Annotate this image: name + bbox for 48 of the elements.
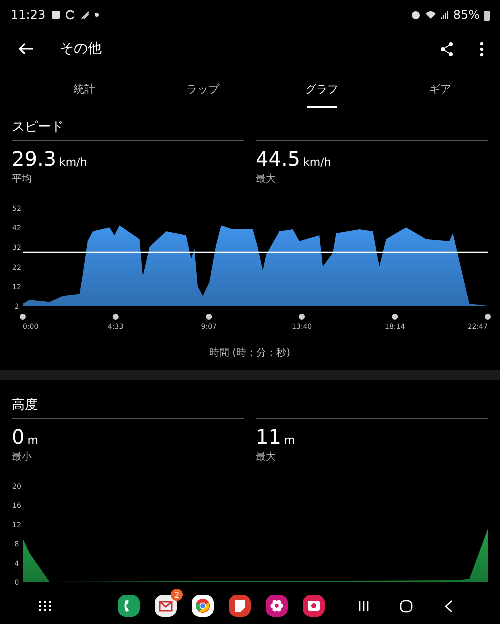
stat-unit: km/h xyxy=(304,156,332,169)
back-nav-icon[interactable] xyxy=(445,600,453,612)
recents-icon[interactable] xyxy=(358,600,370,612)
stat-value: 0 xyxy=(12,425,25,449)
apps-grid-icon[interactable] xyxy=(38,600,52,612)
tick-dot xyxy=(112,314,119,320)
signal-icon xyxy=(441,10,450,20)
tab[interactable]: 統計 xyxy=(25,68,144,112)
image-icon xyxy=(50,10,61,20)
section-title: スピード xyxy=(12,120,64,135)
share-icon[interactable] xyxy=(440,42,454,56)
sync-icon xyxy=(66,10,76,20)
section-title: 高度 xyxy=(12,398,38,413)
battery-percent: 85% xyxy=(453,8,480,22)
stat-label: 最大 xyxy=(256,452,276,463)
browser-app-icon[interactable] xyxy=(192,595,214,617)
screen-title: その他 xyxy=(60,40,103,58)
clock-time: 11:23 xyxy=(11,8,46,22)
tick-dot xyxy=(20,314,26,320)
stat-label: 平均 xyxy=(12,174,32,185)
more-icon[interactable] xyxy=(480,42,484,56)
mail-app-icon[interactable] xyxy=(155,595,177,617)
phone-app-icon[interactable] xyxy=(118,595,140,617)
tick-dot xyxy=(392,314,398,320)
stat-unit: km/h xyxy=(60,156,88,169)
back-icon[interactable] xyxy=(18,42,34,56)
stat-value: 29.3 xyxy=(12,147,57,171)
tick-dot xyxy=(485,314,491,320)
stat-unit: m xyxy=(28,434,38,447)
axis-title: 時間 (時：分：秒) xyxy=(210,348,290,359)
battery-icon xyxy=(484,10,490,20)
camera-app-icon[interactable] xyxy=(303,595,325,617)
stat-value: 11 xyxy=(256,425,282,449)
tab[interactable]: ギア xyxy=(381,68,500,112)
dot-icon xyxy=(94,13,99,17)
tab[interactable]: グラフ xyxy=(262,68,382,112)
notes-app-icon[interactable] xyxy=(229,595,251,617)
stat-label: 最大 xyxy=(256,174,276,185)
stat-unit: m xyxy=(284,434,296,447)
stat-value: 44.5 xyxy=(256,147,301,171)
notification-badge: 2 xyxy=(171,589,183,601)
tick-dot xyxy=(299,314,306,320)
tick-dot xyxy=(206,314,212,320)
home-icon[interactable] xyxy=(400,600,413,612)
tab[interactable]: ラップ xyxy=(144,68,262,112)
flower-app-icon[interactable] xyxy=(266,595,288,617)
wifi-icon xyxy=(425,10,438,20)
stat-label: 最小 xyxy=(12,452,32,463)
